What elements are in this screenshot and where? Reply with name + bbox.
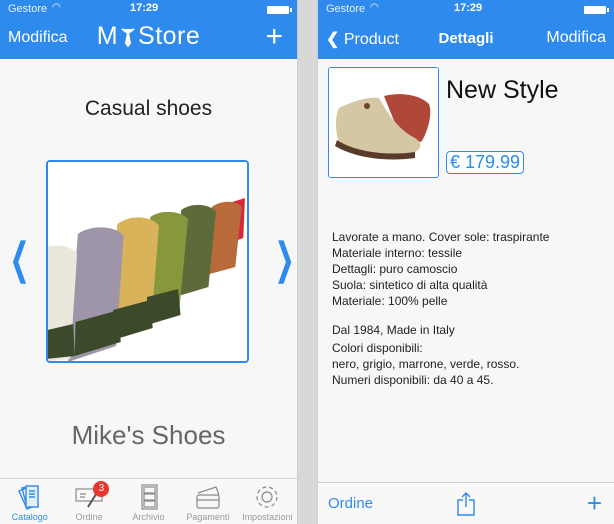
tie-icon: [121, 28, 135, 48]
description-line: Materiale interno: tessile: [332, 246, 463, 260]
tab-label: Pagamenti: [186, 512, 230, 522]
product-description: Lavorate a mano. Cover sole: traspirante…: [332, 229, 549, 388]
description-line: Dettagli: puro camoscio: [332, 262, 458, 276]
sizes-text: Numeri disponibili: da 40 a 45.: [332, 373, 494, 387]
left-screen: Gestore ◠ 17:29 Modifica M Store + Casual…: [0, 0, 298, 524]
shoe-image: [329, 68, 438, 177]
add-button[interactable]: +: [265, 20, 283, 54]
tab-archivio[interactable]: Archivio: [119, 479, 178, 524]
chevron-right-icon[interactable]: ❭: [272, 235, 297, 284]
price-button[interactable]: € 179.99: [446, 151, 525, 174]
colors-label: Colori disponibili:: [332, 341, 423, 355]
description-line: Suola: sintetico di alta qualità: [332, 278, 488, 292]
bottom-toolbar: Ordine +: [318, 482, 614, 524]
tab-catalogo[interactable]: Catalogo: [0, 479, 59, 524]
settings-icon: [256, 486, 278, 508]
carousel-image[interactable]: [46, 160, 249, 363]
category-title: Casual shoes: [84, 97, 213, 120]
order-count-badge: 3: [93, 481, 110, 497]
nav-bar: Gestore ◠ 17:29 Modifica M Store +: [0, 0, 297, 59]
carrier-label: Gestore: [326, 3, 366, 15]
status-bar: Gestore ◠ 17:29: [0, 0, 297, 18]
share-icon[interactable]: [456, 491, 476, 522]
add-button[interactable]: +: [587, 488, 602, 519]
clock: 17:29: [454, 2, 483, 14]
app-title: M Store: [0, 22, 297, 51]
tab-label: Ordine: [75, 512, 103, 522]
description-line: Lavorate a mano. Cover sole: traspirante: [332, 230, 550, 244]
colors-list: nero, grigio, marrone, verde, rosso.: [332, 357, 520, 371]
wifi-icon: ◠: [370, 2, 379, 13]
description-line: Materiale: 100% pelle: [332, 294, 448, 308]
carrier-label: Gestore: [8, 3, 48, 15]
right-screen: Gestore ◠ 17:29 ❮ Product Dettagli Modif…: [317, 0, 614, 524]
catalog-icon: [17, 485, 39, 510]
tab-ordine[interactable]: 3 Ordine: [59, 479, 118, 524]
tab-label: Impostazioni: [242, 512, 293, 522]
chevron-left-icon[interactable]: ❬: [7, 235, 32, 284]
title-word: Store: [138, 22, 201, 50]
tab-label: Catalogo: [11, 512, 48, 522]
wifi-icon: ◠: [52, 2, 61, 13]
product-image[interactable]: [328, 67, 439, 178]
nav-bar: Gestore ◠ 17:29 ❮ Product Dettagli Modif…: [318, 0, 614, 59]
product-name: New Style: [446, 76, 559, 104]
origin-text: Dal 1984, Made in Italy: [332, 323, 455, 337]
battery-icon: [267, 6, 292, 14]
tab-label: Archivio: [132, 512, 165, 522]
archive-icon: [140, 484, 158, 510]
tab-impostazioni[interactable]: Impostazioni: [238, 479, 297, 524]
brand-name: Mike's Shoes: [71, 420, 226, 450]
clock: 17:29: [130, 2, 159, 14]
tab-bar: Catalogo 3 Ordine Archivio Pagamenti Imp…: [0, 478, 297, 524]
order-button[interactable]: Ordine: [328, 495, 373, 512]
tab-pagamenti[interactable]: Pagamenti: [178, 479, 237, 524]
shoes-row-image: [48, 162, 247, 361]
title-letter: M: [96, 22, 119, 50]
battery-icon: [584, 6, 609, 14]
edit-button[interactable]: Modifica: [546, 29, 606, 47]
payments-icon: [196, 486, 220, 509]
status-bar: Gestore ◠ 17:29: [318, 0, 614, 18]
